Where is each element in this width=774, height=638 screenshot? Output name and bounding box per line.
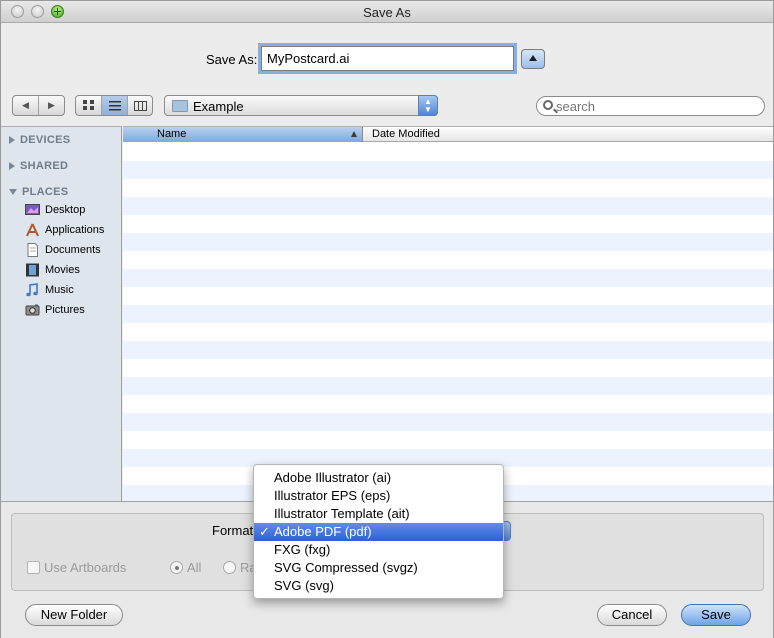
folder-icon bbox=[172, 100, 188, 112]
cancel-button[interactable]: Cancel bbox=[597, 604, 667, 626]
sidebar-item-pictures[interactable]: Pictures bbox=[25, 301, 85, 319]
file-list-rows bbox=[123, 143, 773, 501]
location-stepper-icon: ▲ ▼ bbox=[418, 95, 438, 116]
radio-range[interactable]: Ra bbox=[223, 560, 257, 575]
search-field[interactable] bbox=[536, 96, 765, 116]
format-label: Format bbox=[212, 523, 254, 538]
icon-view-icon bbox=[82, 100, 94, 110]
location-label: Example bbox=[193, 99, 244, 114]
format-menu-item-ai[interactable]: Adobe Illustrator (ai) bbox=[254, 469, 503, 487]
format-menu-item-eps[interactable]: Illustrator EPS (eps) bbox=[254, 487, 503, 505]
save-button[interactable]: Save bbox=[681, 604, 751, 626]
column-view-button[interactable] bbox=[128, 96, 152, 115]
format-menu-item-svgz[interactable]: SVG Compressed (svgz) bbox=[254, 559, 503, 577]
column-view-icon bbox=[133, 100, 147, 111]
sidebar-item-music[interactable]: Music bbox=[25, 281, 74, 299]
format-menu-item-fxg[interactable]: FXG (fxg) bbox=[254, 541, 503, 559]
sidebar-item-movies[interactable]: Movies bbox=[25, 261, 80, 279]
disclosure-triangle-icon bbox=[9, 136, 15, 145]
file-list[interactable]: Name Date Modified bbox=[123, 126, 773, 501]
back-arrow-icon: ◀ bbox=[22, 100, 29, 110]
checkmark-icon: ✓ bbox=[259, 524, 270, 539]
title-bar: Save As bbox=[1, 1, 773, 23]
view-mode-control bbox=[75, 95, 153, 116]
sidebar-section-devices[interactable]: DEVICES bbox=[9, 134, 70, 146]
save-as-label: Save As: bbox=[206, 52, 258, 67]
sidebar-section-places[interactable]: PLACES bbox=[9, 186, 68, 198]
sidebar-item-documents[interactable]: Documents bbox=[25, 241, 101, 259]
disclosure-triangle-icon bbox=[9, 162, 15, 171]
format-dropdown-menu: Adobe Illustrator (ai) Illustrator EPS (… bbox=[253, 464, 504, 599]
radio-selected-icon bbox=[170, 561, 183, 574]
back-button[interactable]: ◀ bbox=[13, 96, 39, 115]
sidebar: DEVICES SHARED PLACES Desktop Applicatio… bbox=[1, 126, 122, 501]
use-artboards-checkbox[interactable]: Use Artboards bbox=[27, 560, 126, 575]
documents-icon bbox=[25, 243, 40, 257]
disclosure-triangle-icon bbox=[9, 189, 17, 196]
icon-view-button[interactable] bbox=[76, 96, 102, 115]
radio-all[interactable]: All bbox=[170, 560, 201, 575]
sidebar-item-desktop[interactable]: Desktop bbox=[25, 201, 85, 219]
desktop-icon bbox=[25, 203, 40, 217]
pictures-icon bbox=[25, 303, 40, 317]
back-forward-control: ◀ ▶ bbox=[12, 95, 65, 116]
music-icon bbox=[25, 283, 40, 297]
column-header-name[interactable]: Name bbox=[123, 127, 363, 142]
sidebar-section-shared[interactable]: SHARED bbox=[9, 160, 68, 172]
save-as-dialog: Save As Save As: ◀ ▶ Example ▲▼ DEVICES … bbox=[0, 0, 774, 638]
window-title: Save As bbox=[363, 5, 411, 20]
sort-ascending-icon bbox=[351, 131, 357, 137]
checkbox-icon bbox=[27, 561, 40, 574]
movies-icon bbox=[25, 263, 40, 277]
filename-input[interactable] bbox=[261, 46, 514, 71]
forward-button[interactable]: ▶ bbox=[39, 96, 64, 115]
format-menu-item-pdf[interactable]: ✓ Adobe PDF (pdf) bbox=[254, 523, 503, 541]
collapse-browser-button[interactable] bbox=[521, 49, 545, 69]
format-menu-item-svg[interactable]: SVG (svg) bbox=[254, 577, 503, 595]
applications-icon bbox=[25, 223, 40, 237]
radio-icon bbox=[223, 561, 236, 574]
format-menu-item-ait[interactable]: Illustrator Template (ait) bbox=[254, 505, 503, 523]
list-view-button[interactable] bbox=[102, 96, 128, 115]
column-header-date-modified[interactable]: Date Modified bbox=[372, 128, 440, 140]
list-view-icon bbox=[108, 100, 121, 110]
forward-arrow-icon: ▶ bbox=[48, 100, 55, 110]
location-popup[interactable]: Example ▲ ▼ bbox=[164, 95, 438, 116]
search-icon bbox=[543, 100, 553, 110]
column-header-row: Name Date Modified bbox=[123, 127, 773, 142]
search-input[interactable] bbox=[556, 98, 756, 114]
sidebar-item-applications[interactable]: Applications bbox=[25, 221, 104, 239]
new-folder-button[interactable]: New Folder bbox=[25, 604, 123, 626]
